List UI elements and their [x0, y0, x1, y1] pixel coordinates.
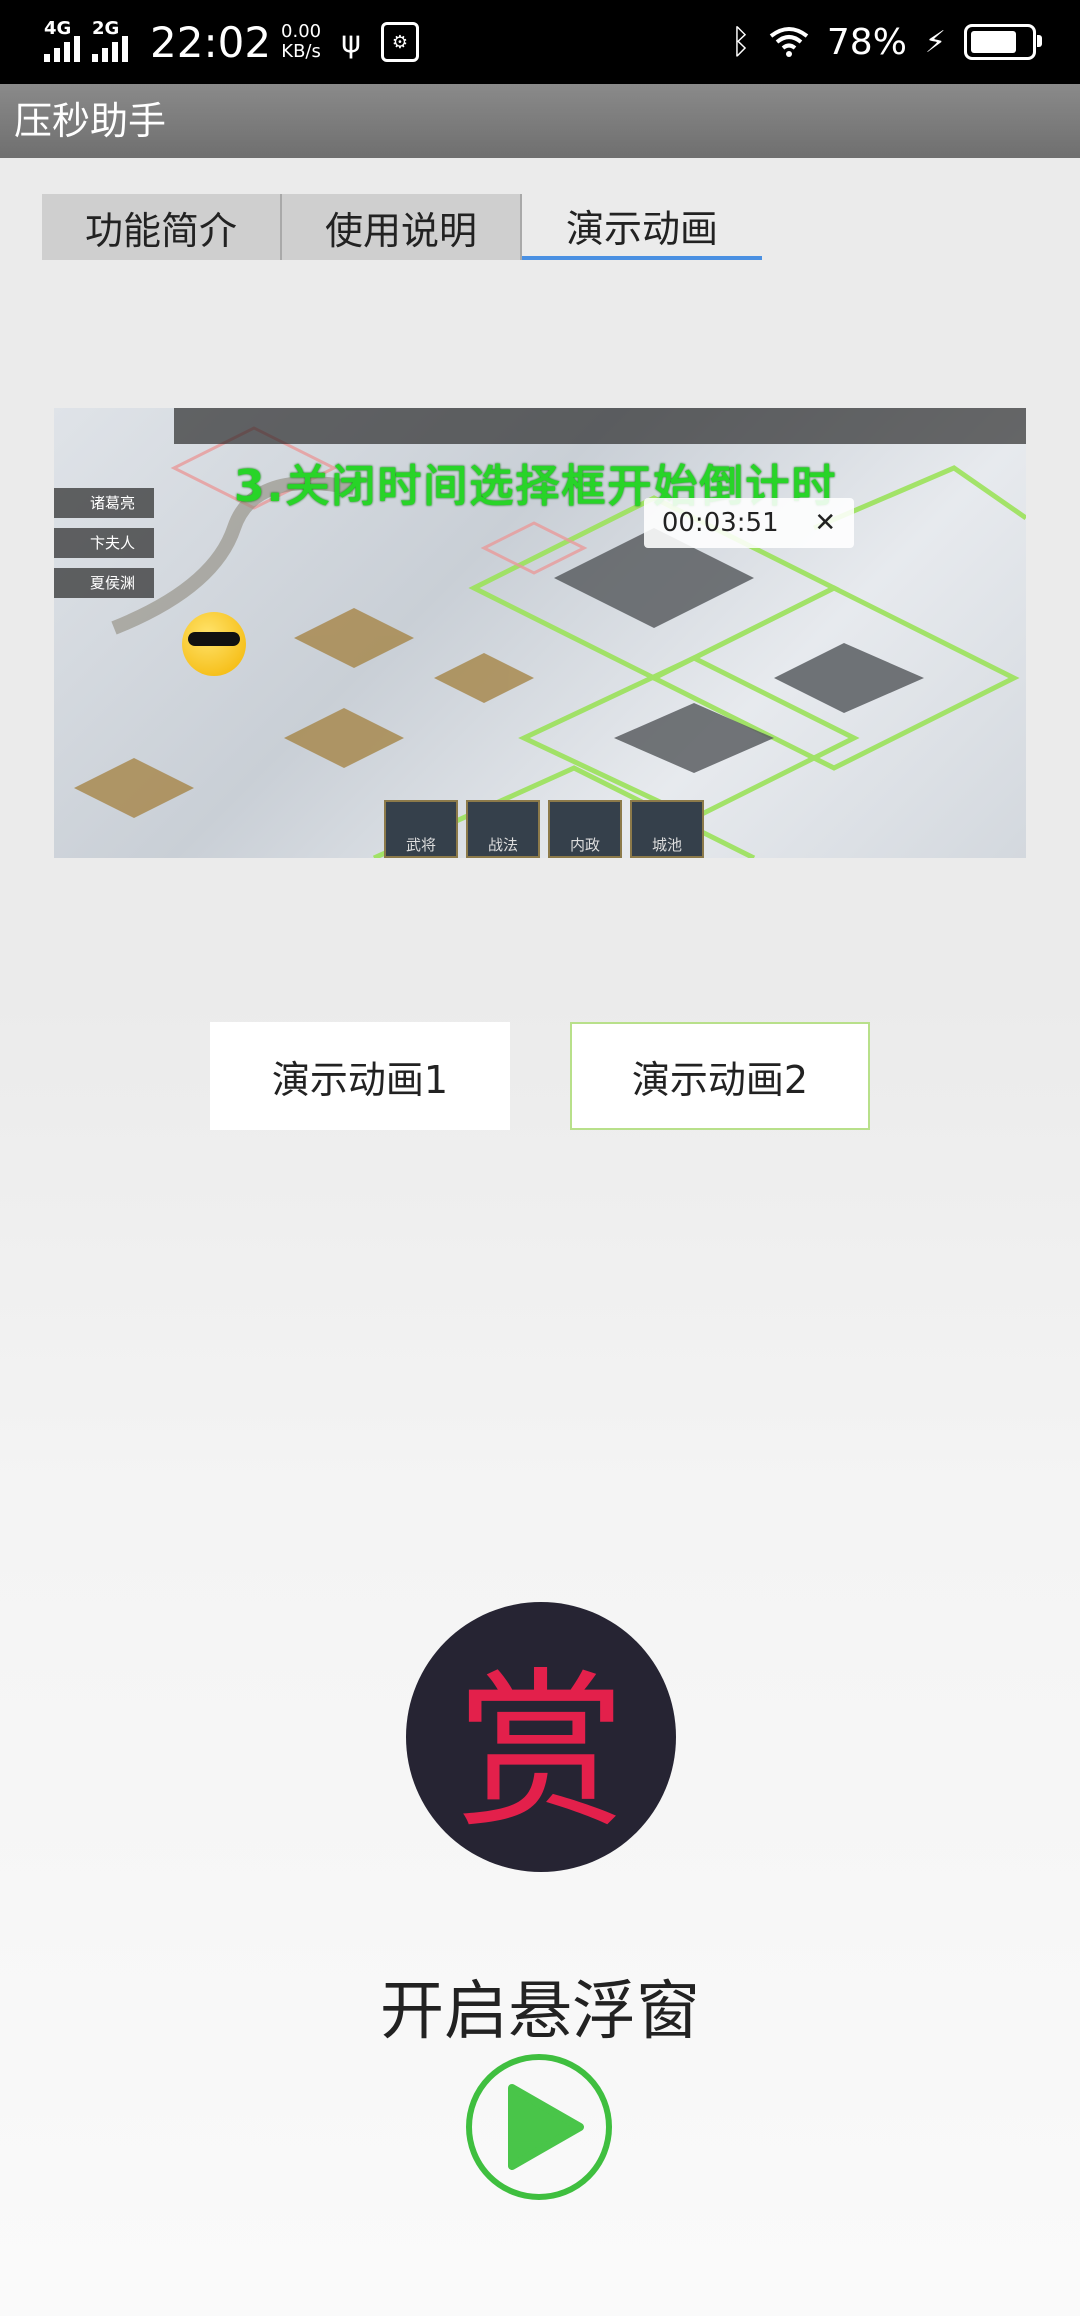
play-icon	[508, 2084, 584, 2170]
game-side-item: 诸葛亮	[54, 488, 154, 518]
sunglasses-emoji-icon	[182, 612, 246, 676]
network-type-label: 2G	[92, 18, 120, 39]
game-bottom-menu: 武将 战法 内政 城池	[384, 800, 704, 858]
network-speed-unit: KB/s	[281, 41, 321, 62]
bluetooth-icon: ᛒ	[730, 22, 751, 62]
battery-icon	[964, 24, 1042, 60]
battery-percent: 78%	[826, 21, 907, 63]
game-side-list: 诸葛亮 卞夫人 夏侯渊	[54, 488, 154, 608]
game-menu-item: 城池	[630, 800, 704, 858]
status-bar: 4G 2G 22:02 0.00 KB/s ψ ⚙ ᛒ 78% ⚡	[0, 0, 1080, 84]
countdown-value: 00:03:51	[661, 508, 779, 538]
network-speed-value: 0.00	[281, 21, 322, 42]
tab-instructions[interactable]: 使用说明	[282, 194, 522, 260]
tab-demo-animation[interactable]: 演示动画	[522, 194, 762, 260]
tab-features[interactable]: 功能简介	[42, 194, 282, 260]
signal-icon: 4G	[44, 18, 80, 62]
tab-bar: 功能简介 使用说明 演示动画	[42, 194, 762, 260]
app-title-bar: 压秒助手	[0, 84, 1080, 158]
app-title: 压秒助手	[14, 99, 167, 143]
start-float-window-button[interactable]	[466, 2054, 612, 2200]
demo-animation-preview: 诸葛亮 卞夫人 夏侯渊 3.关闭时间选择框开始倒计时 00:03:51 ✕ 武将…	[54, 408, 1026, 858]
game-side-item: 夏侯渊	[54, 568, 154, 598]
signal-icon: 2G	[92, 18, 128, 62]
demo-animation-1-button[interactable]: 演示动画1	[210, 1022, 510, 1130]
charging-icon: ⚡	[924, 24, 946, 60]
reward-glyph: 赏	[455, 1654, 626, 1852]
game-menu-item: 内政	[548, 800, 622, 858]
debug-icon: ⚙	[380, 22, 419, 62]
demo-animation-2-button[interactable]: 演示动画2	[570, 1022, 870, 1130]
wifi-icon	[769, 27, 809, 57]
countdown-timer: 00:03:51 ✕	[644, 498, 854, 548]
float-window-label: 开启悬浮窗	[380, 1975, 700, 2049]
game-menu-item: 战法	[466, 800, 540, 858]
usb-icon: ψ	[341, 24, 361, 60]
game-side-item: 卞夫人	[54, 528, 154, 558]
close-icon: ✕	[814, 508, 837, 538]
reward-button[interactable]: 赏	[406, 1602, 676, 1872]
game-menu-item: 武将	[384, 800, 458, 858]
network-speed: 0.00 KB/s	[281, 22, 321, 62]
network-type-label: 4G	[44, 18, 72, 39]
clock: 22:02	[150, 17, 272, 67]
game-hud-bar	[174, 408, 1026, 444]
